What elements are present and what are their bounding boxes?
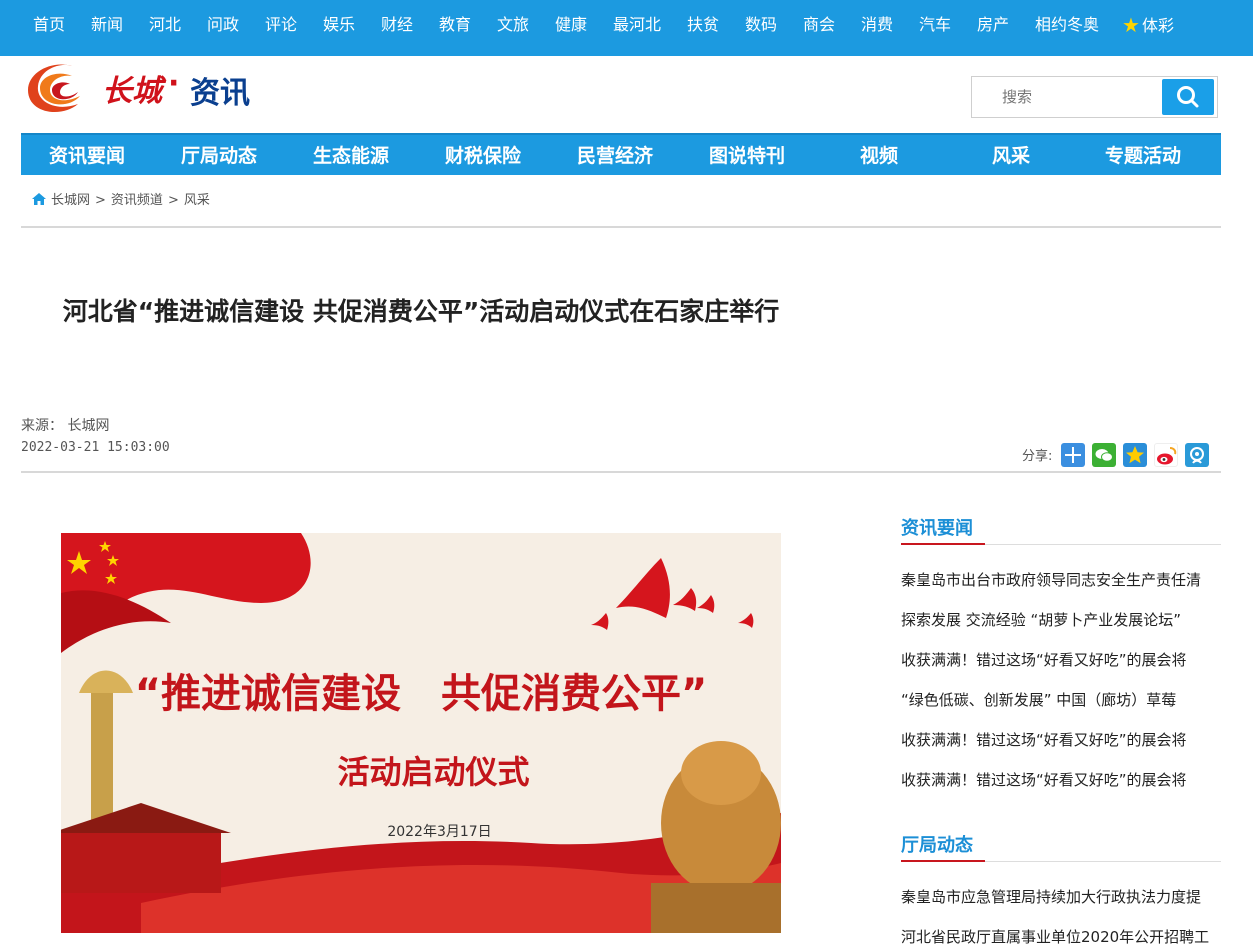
mainnav-item-news[interactable]: 资讯要闻 — [21, 135, 153, 175]
article-banner-image: “推进诚信建设 共促消费公平” 活动启动仪式 2022年3月17日 — [61, 533, 781, 933]
search-box — [971, 76, 1218, 118]
topnav-item-entertainment[interactable]: 娱乐 — [323, 0, 355, 56]
mainnav-item-topics[interactable]: 专题活动 — [1077, 135, 1209, 175]
home-icon — [32, 193, 46, 205]
sidebar-heading-bureau[interactable]: 厅局动态 — [901, 831, 973, 857]
breadcrumb-separator: > — [95, 193, 106, 208]
sidebar-bureau-item[interactable]: 秦皇岛市应急管理局持续加大行政执法力度提 — [901, 886, 1221, 908]
topnav-item-digital[interactable]: 数码 — [745, 0, 777, 56]
topnav-item-chamber[interactable]: 商会 — [803, 0, 835, 56]
sidebar-heading-underline — [901, 860, 985, 862]
topnav-item-consumer[interactable]: 消费 — [861, 0, 893, 56]
topnav-item-winter-olympics[interactable]: 相约冬奥 — [1035, 0, 1099, 56]
article-title: 河北省“推进诚信建设 共促消费公平”活动启动仪式在石家庄举行 — [62, 297, 780, 326]
great-wall-logo-icon — [28, 64, 80, 113]
banner-title: “推进诚信建设 共促消费公平” — [134, 671, 708, 717]
share-tencent-icon[interactable] — [1185, 443, 1209, 467]
logo-brand-text: 长城 — [102, 74, 162, 109]
search-button[interactable] — [1162, 79, 1214, 115]
topnav-item-education[interactable]: 教育 — [439, 0, 471, 56]
sidebar-news-item[interactable]: 收获满满！错过这场“好看又好吃”的展会将 — [901, 649, 1221, 671]
site-logo[interactable]: 长城 · 资讯 — [22, 58, 272, 118]
topnav-item-health[interactable]: 健康 — [555, 0, 587, 56]
mainnav-item-eco-energy[interactable]: 生态能源 — [285, 135, 417, 175]
topnav-item-wenzheng[interactable]: 问政 — [207, 0, 239, 56]
search-icon — [1177, 86, 1199, 108]
share-qzone-icon[interactable] — [1123, 443, 1147, 467]
top-nav-bar: 首页 新闻 河北 问政 评论 娱乐 财经 教育 文旅 健康 最河北 扶贫 数码 … — [0, 0, 1253, 56]
breadcrumb-channel[interactable]: 资讯频道 — [111, 193, 163, 208]
topnav-item-home[interactable]: 首页 — [33, 0, 65, 56]
topnav-item-finance[interactable]: 财经 — [381, 0, 413, 56]
sidebar-news-item[interactable]: 秦皇岛市出台市政府领导同志安全生产责任清 — [901, 569, 1221, 591]
sidebar-bureau-item[interactable]: 河北省民政厅直属事业单位2020年公开招聘工 — [901, 926, 1221, 948]
banner-background-graphic — [61, 533, 781, 933]
mainnav-item-tax-insurance[interactable]: 财税保险 — [417, 135, 549, 175]
topnav-item-news[interactable]: 新闻 — [91, 0, 123, 56]
main-nav-bar: 资讯要闻 厅局动态 生态能源 财税保险 民营经济 图说特刊 视频 风采 专题活动 — [21, 133, 1221, 175]
share-weibo-icon[interactable] — [1154, 443, 1178, 467]
topnav-item-realestate[interactable]: 房产 — [977, 0, 1009, 56]
banner-subtitle: 活动启动仪式 — [337, 753, 530, 791]
sidebar-heading-underline — [901, 543, 985, 545]
share-wechat-icon[interactable] — [1092, 443, 1116, 467]
topnav-item-zui-hebei[interactable]: 最河北 — [613, 0, 661, 56]
breadcrumb-separator: > — [167, 193, 179, 208]
article-date: 2022-03-21 15:03:00 — [21, 440, 170, 455]
mainnav-item-fengcai[interactable]: 风采 — [945, 135, 1077, 175]
sidebar-news-item[interactable]: 探索发展 交流经验 “胡萝卜产业发展论坛” — [901, 609, 1221, 631]
topnav-item-hebei[interactable]: 河北 — [149, 0, 181, 56]
divider — [21, 471, 1221, 473]
banner-date: 2022年3月17日 — [387, 824, 492, 840]
mainnav-item-picture-special[interactable]: 图说特刊 — [681, 135, 813, 175]
topnav-item-auto[interactable]: 汽车 — [919, 0, 951, 56]
lottery-star-icon: ★ — [1122, 13, 1140, 37]
topnav-item-culture-travel[interactable]: 文旅 — [497, 0, 529, 56]
sidebar-news-item[interactable]: “绿色低碳、创新发展” 中国（廊坊）草莓 — [901, 689, 1221, 711]
breadcrumb-home[interactable]: 长城网 — [51, 193, 90, 208]
search-input[interactable] — [972, 77, 1162, 117]
breadcrumb-current[interactable]: 风采 — [184, 193, 210, 208]
topnav-lottery-label: 体彩 — [1141, 16, 1174, 35]
article-source: 来源： 长城网 — [21, 418, 110, 434]
sidebar-news-item[interactable]: 收获满满！错过这场“好看又好吃”的展会将 — [901, 769, 1221, 791]
sidebar-news-item[interactable]: 收获满满！错过这场“好看又好吃”的展会将 — [901, 729, 1221, 751]
topnav-item-lottery[interactable]: ★ 体彩 — [1122, 0, 1174, 56]
divider — [21, 226, 1221, 228]
mainnav-item-bureau[interactable]: 厅局动态 — [153, 135, 285, 175]
sidebar-heading-news[interactable]: 资讯要闻 — [901, 514, 973, 540]
topnav-item-comment[interactable]: 评论 — [265, 0, 297, 56]
mainnav-item-private-economy[interactable]: 民营经济 — [549, 135, 681, 175]
breadcrumb: 长城网 > 资讯频道 > 风采 — [31, 192, 210, 210]
logo-section-text: 资讯 — [190, 76, 250, 111]
topnav-item-poverty[interactable]: 扶贫 — [687, 0, 719, 56]
logo-dot: · — [168, 66, 180, 101]
share-more-icon[interactable] — [1061, 443, 1085, 467]
mainnav-item-video[interactable]: 视频 — [813, 135, 945, 175]
share-label: 分享: — [1022, 449, 1053, 464]
